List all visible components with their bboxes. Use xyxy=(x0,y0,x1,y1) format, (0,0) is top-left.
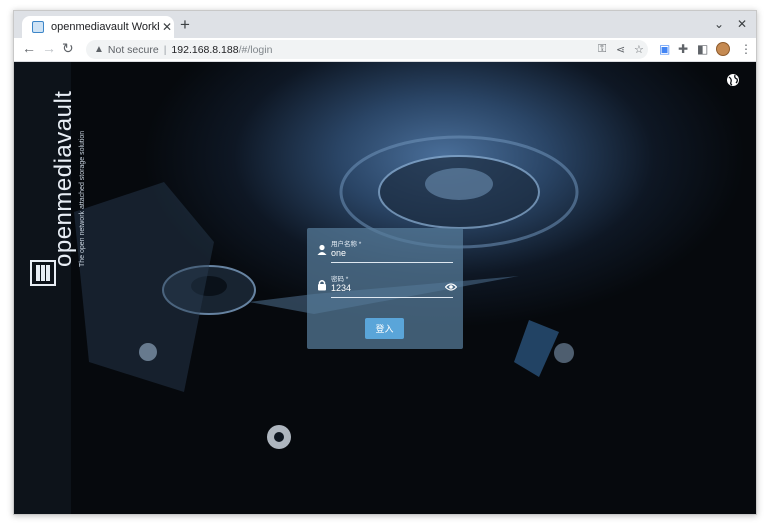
extensions-puzzle-icon[interactable]: ✚ xyxy=(678,42,688,56)
password-input[interactable]: 1234 xyxy=(331,283,351,293)
tab-strip: openmediavault Workbench ✕ + ⌄ ✕ xyxy=(14,11,756,38)
browser-toolbar: ← → ↻ ▲ Not secure | 192.168.8.188 /#/lo… xyxy=(14,38,756,62)
brand-vertical: openmediavault The open network attached… xyxy=(50,90,86,267)
login-page: openmediavault The open network attached… xyxy=(14,62,756,514)
password-key-icon[interactable]: ⚿ xyxy=(598,43,606,56)
profile-avatar[interactable] xyxy=(716,42,730,56)
show-password-eye-icon[interactable] xyxy=(445,282,457,292)
browser-tab[interactable]: openmediavault Workbench ✕ xyxy=(22,16,174,38)
browser-window: openmediavault Workbench ✕ + ⌄ ✕ ← → ↻ ▲… xyxy=(13,10,757,515)
forward-arrow-icon[interactable]: → xyxy=(42,40,56,56)
user-icon xyxy=(317,244,327,255)
back-arrow-icon[interactable]: ← xyxy=(22,40,36,56)
bookmark-star-icon[interactable]: ☆ xyxy=(634,43,644,56)
warning-triangle-icon[interactable]: ▲ xyxy=(94,44,104,55)
username-label: 用户名称 * xyxy=(331,241,362,248)
url-path[interactable]: /#/login xyxy=(239,44,273,56)
login-card: 用户名称 * one 密码 * 1234 登入 xyxy=(307,228,463,349)
language-globe-icon[interactable] xyxy=(726,73,740,87)
openmediavault-logo-icon xyxy=(30,260,56,286)
password-label: 密码 * xyxy=(331,276,349,283)
username-underline xyxy=(331,262,453,263)
brand-name: openmediavault xyxy=(50,90,77,267)
new-tab-button[interactable]: + xyxy=(180,16,190,34)
menu-kebab-icon[interactable]: ⋮ xyxy=(740,42,752,56)
close-tab-icon[interactable]: ✕ xyxy=(162,20,172,34)
side-panel-icon[interactable]: ◧ xyxy=(697,42,708,56)
reload-icon[interactable]: ↻ xyxy=(62,40,74,57)
login-button[interactable]: 登入 xyxy=(365,318,404,339)
url-separator: | xyxy=(163,43,167,56)
openmediavault-favicon-icon xyxy=(32,21,44,33)
lock-icon xyxy=(318,280,326,291)
url-host[interactable]: 192.168.8.188 xyxy=(171,44,238,56)
translate-icon[interactable]: ▣ xyxy=(659,42,670,56)
address-bar[interactable]: ▲ Not secure | 192.168.8.188 /#/login ⚿ … xyxy=(86,40,648,59)
username-input[interactable]: one xyxy=(331,248,346,258)
tab-title: openmediavault Workbench xyxy=(51,21,159,33)
security-status[interactable]: Not secure xyxy=(108,44,159,56)
window-close-icon[interactable]: ✕ xyxy=(737,17,747,31)
tab-search-chevron-icon[interactable]: ⌄ xyxy=(714,17,724,31)
brand-tagline: The open network attached storage soluti… xyxy=(79,130,86,267)
share-icon[interactable]: ⋖ xyxy=(616,43,625,56)
password-underline xyxy=(331,297,453,298)
